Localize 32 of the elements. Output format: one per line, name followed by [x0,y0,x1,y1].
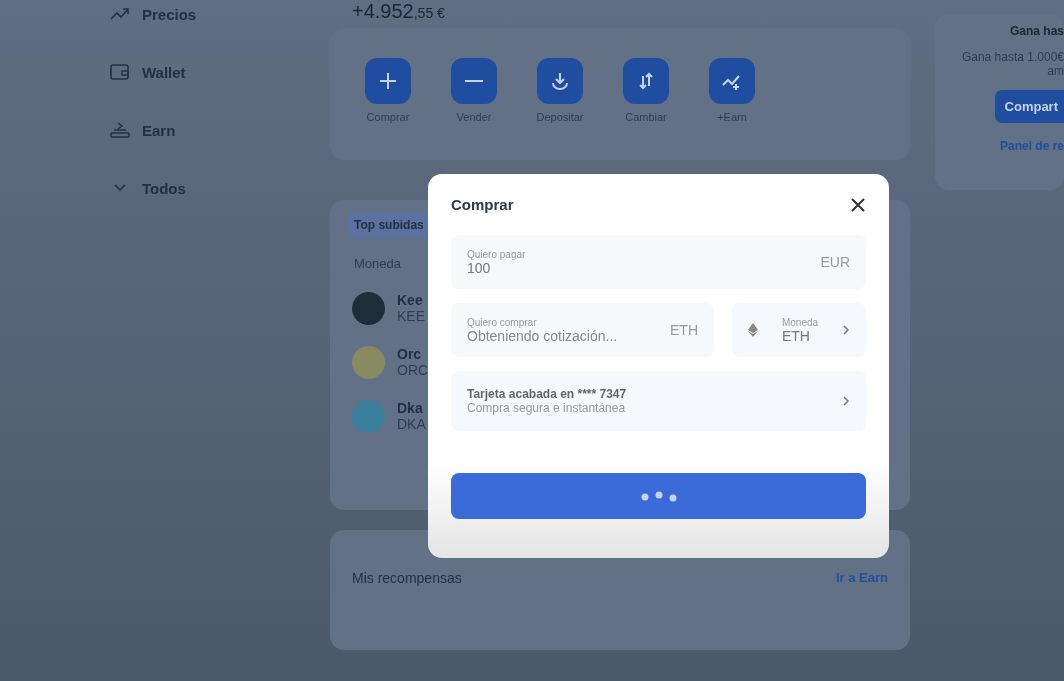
pay-amount-field[interactable]: Quiero pagar 100 EUR [451,235,866,289]
top-gainers-tab[interactable]: Top subidas [348,212,430,238]
share-button[interactable]: Compart [994,90,1064,123]
promo-title: Gana has [1009,24,1064,38]
sidebar-item[interactable]: Earn [110,118,230,142]
dialog-title: Comprar [451,196,514,213]
action-button[interactable] [537,58,583,104]
rewards-title: Mis recompensas [352,570,462,586]
action-button[interactable] [709,58,755,104]
sidebar-item[interactable]: Todos [110,176,230,200]
diamond-icon [748,323,758,337]
close-icon[interactable] [850,196,866,213]
go-to-earn-link[interactable]: Ir a Earn [835,570,888,585]
coin-name: Kee [397,292,424,308]
chevron-right-icon [842,395,850,407]
minus-icon [465,80,483,82]
sidebar-item[interactable]: Wallet [110,60,230,84]
buy-amount-field[interactable]: Quiero comprar Obteniendo cotización... ETH [451,303,714,357]
coin-name: Orc [397,346,423,362]
wallet-icon [110,63,130,81]
plus-icon [377,70,399,92]
download-icon [549,70,571,92]
action-button[interactable] [623,58,669,104]
chevron-right-icon [842,324,850,336]
payment-card-selector[interactable]: Tarjeta acabada en **** 7347 Compra segura e instantánea [451,371,866,431]
coin-stack-icon [110,121,130,139]
referral-panel-link[interactable]: Panel de re [999,139,1064,153]
coin-selector[interactable]: Moneda ETH [732,303,866,357]
balance-amount: +4.952,55 € [352,0,446,22]
coin-name: Dka [397,400,424,416]
sidebar-item[interactable]: Precios [110,2,230,26]
action-button[interactable] [365,58,411,104]
